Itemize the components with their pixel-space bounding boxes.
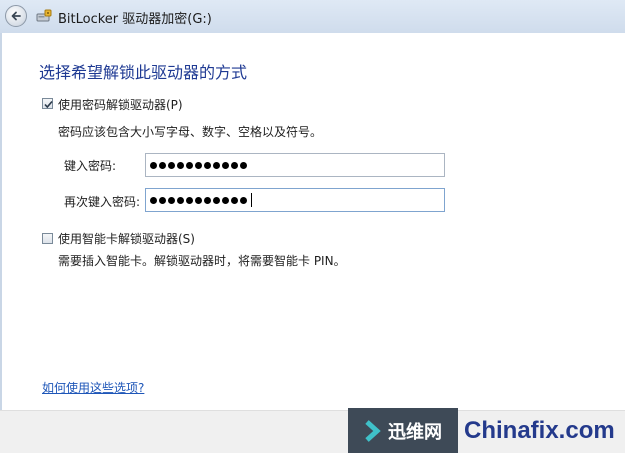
page-title: 选择希望解锁此驱动器的方式 [39,63,248,82]
mask-dot [168,196,175,204]
password-mask [150,158,247,172]
content-panel: 选择希望解锁此驱动器的方式 使用密码解锁驱动器(P) 密码应该包含大小写字母、数… [0,33,625,410]
enter-password-label: 键入密码: [64,159,117,173]
password-input[interactable] [145,153,445,177]
smartcard-hint: 需要插入智能卡。解锁驱动器时，将需要智能卡 PIN。 [58,254,346,268]
mask-dot [222,161,229,169]
chevron-logo-icon [365,419,381,442]
mask-dot [177,161,184,169]
password-hint: 密码应该包含大小写字母、数字、空格以及符号。 [58,125,323,139]
mask-dot [231,161,238,169]
mask-dot [204,196,211,204]
back-button[interactable] [5,5,27,27]
mask-dot [213,161,220,169]
checkmark-icon [44,100,53,109]
watermark-brand: 迅维网 [388,421,442,443]
password-checkbox[interactable] [42,98,53,109]
mask-dot [150,196,157,204]
mask-dot [177,196,184,204]
mask-dot [186,196,193,204]
mask-dot [195,196,202,204]
bitlocker-drive-icon [36,9,52,22]
smartcard-option-label[interactable]: 使用智能卡解锁驱动器(S) [58,230,195,247]
reenter-password-label: 再次键入密码: [64,195,141,209]
mask-dot [195,161,202,169]
mask-dot [168,161,175,169]
mask-dot [204,161,211,169]
window-title: BitLocker 驱动器加密(G:) [58,12,212,27]
mask-dot [240,161,247,169]
reenter-password-input[interactable] [145,188,445,212]
password-option-label[interactable]: 使用密码解锁驱动器(P) [58,96,183,113]
back-arrow-icon [11,11,21,21]
mask-dot [222,196,229,204]
mask-dot [159,196,166,204]
help-link[interactable]: 如何使用这些选项? [42,379,144,396]
text-caret [251,193,252,207]
watermark-site: Chinafix.com [464,416,615,444]
title-bar: BitLocker 驱动器加密(G:) [0,0,625,33]
reenter-password-mask [150,193,252,207]
smartcard-checkbox[interactable] [42,233,53,244]
mask-dot [186,161,193,169]
watermark-logo: 迅维网 [348,408,458,453]
mask-dot [231,196,238,204]
mask-dot [150,161,157,169]
mask-dot [159,161,166,169]
mask-dot [240,196,247,204]
mask-dot [213,196,220,204]
watermark: 迅维网 Chinafix.com [348,408,625,453]
